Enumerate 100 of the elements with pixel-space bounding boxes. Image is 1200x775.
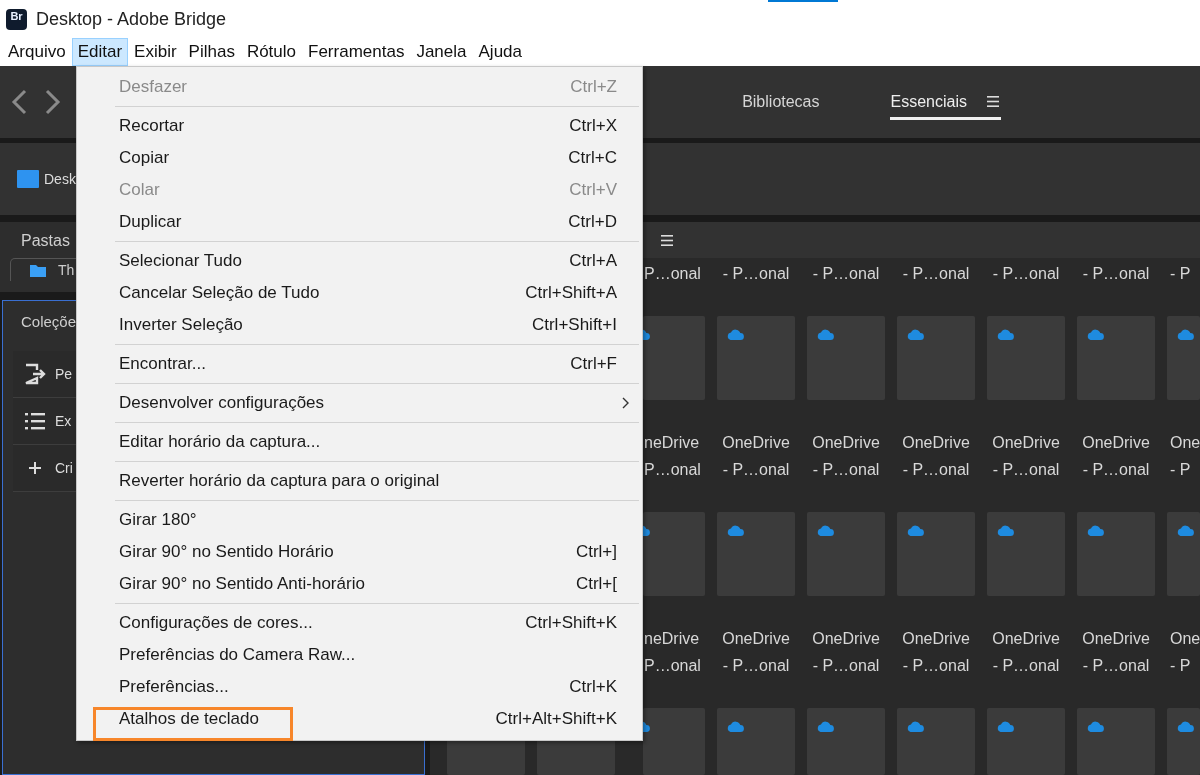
thumbnail-caption: OneDrive - P…onal: [811, 629, 881, 676]
thumbnail[interactable]: [717, 512, 795, 596]
thumbnail[interactable]: [643, 316, 705, 400]
shortcut-text: Ctrl+F: [570, 354, 617, 374]
shortcut-text: Ctrl+[: [575, 574, 617, 594]
shortcut-text: Ctrl+Shift+I: [531, 315, 617, 335]
thumbnail[interactable]: [987, 316, 1065, 400]
thumbnail-caption: OneDrive - P…onal: [1081, 629, 1151, 676]
menu-icon: [987, 96, 999, 107]
thumbnail[interactable]: [897, 512, 975, 596]
cloud-icon: [816, 721, 834, 732]
shortcut-text: Ctrl+C: [568, 148, 617, 168]
window-accent: [768, 0, 838, 2]
thumbnail[interactable]: [717, 316, 795, 400]
thumbnail[interactable]: [1167, 316, 1200, 400]
shortcut-text: Ctrl+K: [569, 677, 617, 697]
thumbnail-caption: OneDrive - P…onal: [901, 433, 971, 480]
thumbnail-caption: OneDrive - P…onal: [901, 629, 971, 676]
thumbnail[interactable]: [1077, 316, 1155, 400]
cloud-icon: [906, 329, 924, 340]
cloud-icon: [906, 721, 924, 732]
menu-bar-item[interactable]: Ferramentas: [302, 38, 411, 66]
menu-item[interactable]: Cancelar Seleção de Tudo Ctrl+Shift+A: [77, 277, 642, 309]
menu-item[interactable]: Desenvolver configurações: [77, 387, 642, 419]
menu-bar-item[interactable]: Editar: [71, 38, 129, 66]
thumbnail-caption: OneDrive - P…onal: [991, 433, 1061, 480]
thumbnail[interactable]: [987, 708, 1065, 775]
menu-bar-item[interactable]: Rótulo: [240, 38, 303, 66]
menu-icon: [661, 234, 673, 246]
cloud-icon: [816, 525, 834, 536]
shortcut-text: Ctrl+]: [575, 542, 617, 562]
thumbnail-caption: OneDrive - P…onal: [1081, 433, 1151, 480]
menu-item[interactable]: Reverter horário da captura para o original: [77, 465, 642, 497]
cloud-icon: [726, 329, 744, 340]
menu-item[interactable]: Configurações de cores... Ctrl+Shift+K: [77, 607, 642, 639]
chevron-right-icon: [622, 397, 629, 409]
thumbnail[interactable]: [1077, 708, 1155, 775]
cloud-icon: [1176, 721, 1194, 732]
cloud-icon: [643, 721, 651, 732]
cloud-icon: [816, 329, 834, 340]
menu-bar-item[interactable]: Arquivo: [2, 38, 72, 66]
menu-bar-item[interactable]: Exibir: [128, 38, 183, 66]
thumbnail-caption: neDrive P…onal: [643, 629, 702, 676]
back-icon: [10, 88, 28, 116]
menu-item[interactable]: Girar 180°: [77, 504, 642, 536]
shortcut-text: Ctrl+Z: [570, 77, 617, 97]
menu-item[interactable]: Copiar Ctrl+C: [77, 142, 642, 174]
menu-item[interactable]: Girar 90° no Sentido Horário Ctrl+]: [77, 536, 642, 568]
thumbnail[interactable]: [807, 708, 885, 775]
cloud-icon: [1176, 329, 1194, 340]
thumbnail[interactable]: [897, 316, 975, 400]
menu-bar-item[interactable]: Janela: [410, 38, 473, 66]
shortcut-text: Ctrl+Shift+A: [525, 283, 617, 303]
menu-item[interactable]: Preferências... Ctrl+K: [77, 671, 642, 703]
thumbnail-caption: neDrive P…onal: [643, 433, 702, 480]
thumbnail[interactable]: [987, 512, 1065, 596]
shortcut-text: Ctrl+Shift+K: [525, 613, 617, 633]
thumbnail[interactable]: [643, 708, 705, 775]
cloud-icon: [1176, 525, 1194, 536]
window-title: Desktop - Adobe Bridge: [36, 8, 227, 30]
list-icon: [24, 410, 46, 432]
cloud-icon: [726, 721, 744, 732]
menu-bar-item[interactable]: Pilhas: [182, 38, 241, 66]
menu-item[interactable]: Inverter Seleção Ctrl+Shift+I: [77, 309, 642, 341]
cloud-icon: [996, 329, 1014, 340]
thumbnail-caption: - P…onal: [1081, 264, 1151, 284]
menu-item[interactable]: Girar 90° no Sentido Anti-horário Ctrl+[: [77, 568, 642, 600]
workspace-tab[interactable]: Essenciais: [889, 84, 1001, 120]
menu-item[interactable]: Encontrar... Ctrl+F: [77, 348, 642, 380]
thumbnail-caption: - P…onal: [811, 264, 881, 284]
thumbnail[interactable]: [897, 708, 975, 775]
menu-item[interactable]: Selecionar Tudo Ctrl+A: [77, 245, 642, 277]
thumbnail[interactable]: [1077, 512, 1155, 596]
menu-item[interactable]: Duplicar Ctrl+D: [77, 206, 642, 238]
cloud-icon: [1086, 721, 1104, 732]
workspace-tab[interactable]: Bibliotecas: [741, 84, 822, 120]
shortcut-text: Ctrl+Alt+Shift+K: [495, 709, 617, 729]
menu-item[interactable]: Editar horário da captura...: [77, 426, 642, 458]
menu-item[interactable]: Preferências do Camera Raw...: [77, 639, 642, 671]
menu-item[interactable]: Atalhos de teclado Ctrl+Alt+Shift+K: [77, 703, 642, 735]
thumbnail[interactable]: [717, 708, 795, 775]
folder-icon: [30, 263, 46, 277]
cloud-icon: [643, 525, 651, 536]
path-text[interactable]: Desk: [44, 171, 76, 187]
thumbnail-caption: - P…onal: [991, 264, 1061, 284]
thumbnail-caption: OneDrive - P…onal: [811, 433, 881, 480]
menu-bar-item[interactable]: Ajuda: [472, 38, 528, 66]
thumbnail[interactable]: [807, 512, 885, 596]
shortcut-text: Ctrl+D: [568, 212, 617, 232]
thumbnail-caption: - P: [1169, 264, 1192, 284]
thumbnail[interactable]: [1167, 708, 1200, 775]
thumbnail-caption: P…onal: [643, 264, 702, 284]
cloud-icon: [996, 721, 1014, 732]
shortcut-text: Ctrl+A: [569, 251, 617, 271]
app-logo: Br: [6, 8, 27, 30]
menu-item[interactable]: Recortar Ctrl+X: [77, 110, 642, 142]
cloud-icon: [1086, 329, 1104, 340]
thumbnail[interactable]: [643, 512, 705, 596]
thumbnail[interactable]: [807, 316, 885, 400]
thumbnail[interactable]: [1167, 512, 1200, 596]
